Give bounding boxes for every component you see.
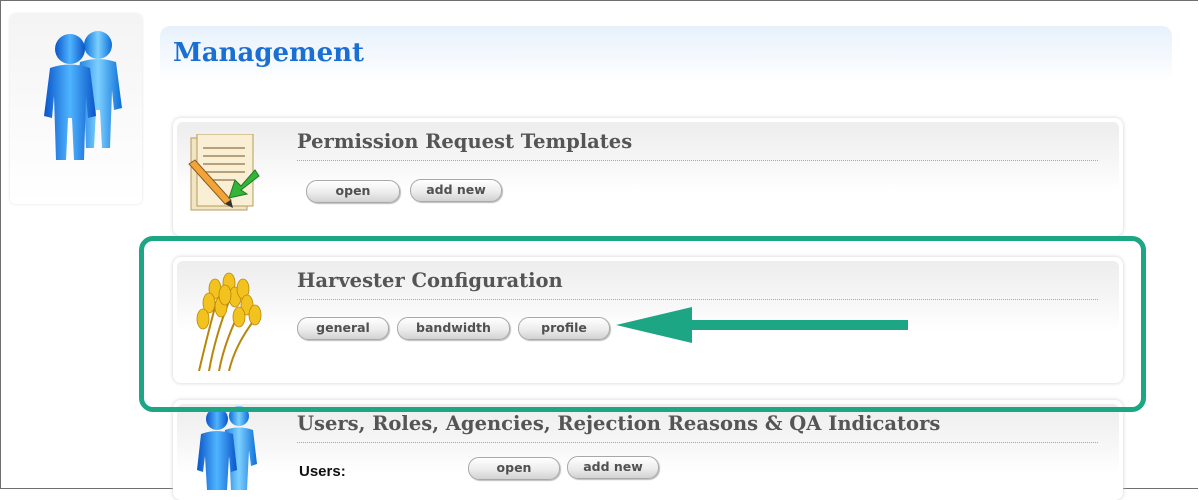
section-title: Permission Request Templates: [297, 130, 633, 153]
users-label: Users:: [299, 463, 346, 480]
page-title: Management: [173, 38, 365, 68]
arrow-left-icon: [616, 307, 908, 343]
left-column: [10, 14, 142, 204]
users-icon: [197, 406, 257, 490]
general-button[interactable]: general: [297, 317, 389, 340]
users-icon: [44, 31, 122, 160]
profile-button[interactable]: profile: [518, 317, 610, 340]
add-new-button[interactable]: add new: [567, 456, 659, 479]
divider: [297, 442, 1098, 443]
document-edit-icon: [188, 134, 260, 211]
wheat-icon: [196, 272, 262, 371]
divider: [297, 160, 1098, 161]
section-permission-request-templates: Permission Request Templates open add ne…: [173, 118, 1123, 236]
section-users-roles: Users, Roles, Agencies, Rejection Reason…: [173, 400, 1123, 500]
bandwidth-button[interactable]: bandwidth: [397, 317, 510, 340]
open-button[interactable]: open: [306, 180, 400, 203]
add-new-button[interactable]: add new: [410, 179, 502, 202]
section-title: Users, Roles, Agencies, Rejection Reason…: [297, 412, 941, 435]
section-title: Harvester Configuration: [297, 269, 563, 292]
divider: [297, 299, 1098, 300]
open-button[interactable]: open: [468, 457, 560, 480]
